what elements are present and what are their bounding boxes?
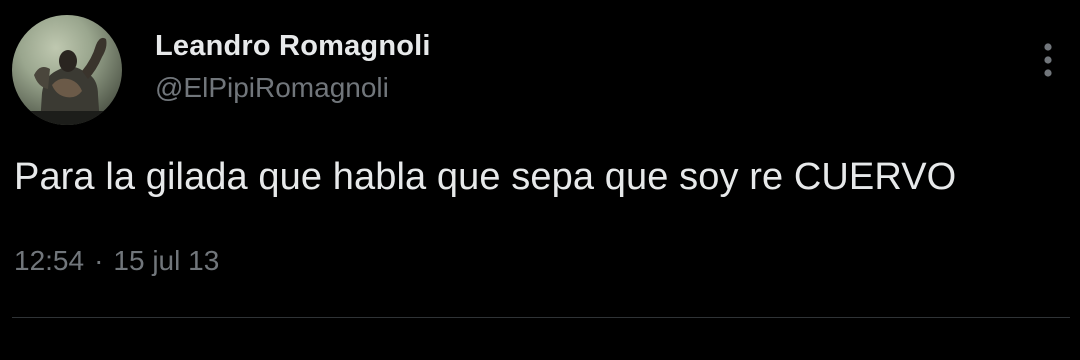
profile-photo-icon [12,37,122,125]
divider [12,317,1070,318]
tweet-time[interactable]: 12:54 [14,245,84,276]
tweet-meta: 12:54 · 15 jul 13 [14,245,219,277]
user-handle[interactable]: @ElPipiRomagnoli [155,72,389,104]
more-options-button[interactable] [1028,38,1068,82]
tweet-text: Para la gilada que habla que sepa que so… [14,156,957,198]
more-vertical-icon [1044,43,1052,77]
tweet-card: Leandro Romagnoli @ElPipiRomagnoli Para … [0,0,1080,360]
avatar[interactable] [12,15,122,125]
meta-separator: · [94,245,104,276]
display-name[interactable]: Leandro Romagnoli [155,30,431,63]
tweet-date[interactable]: 15 jul 13 [113,245,219,276]
